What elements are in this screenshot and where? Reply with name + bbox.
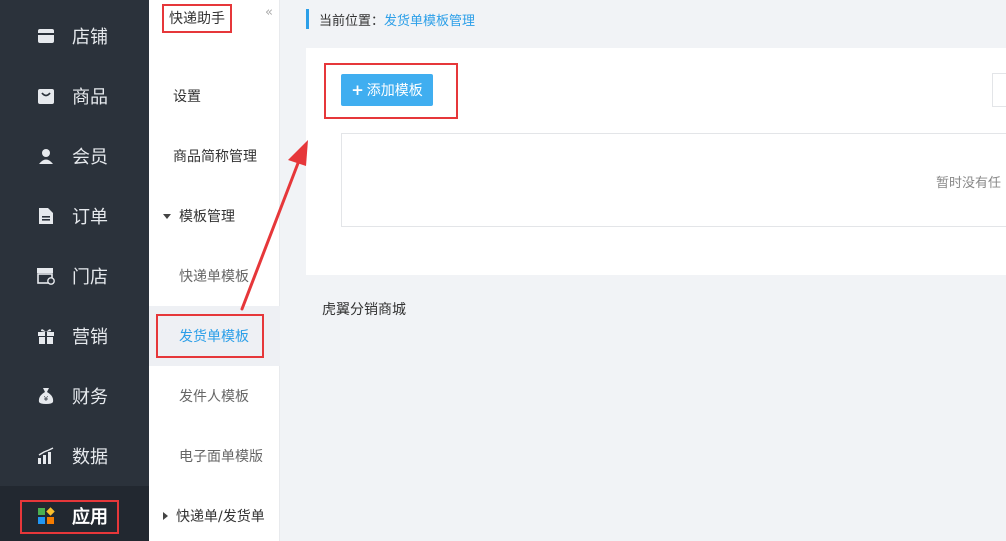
user-icon <box>36 146 56 166</box>
sub-group-express-invoice[interactable]: 快递单/发货单 <box>149 486 280 541</box>
secondary-sidebar: 快递助手 « 设置 商品简称管理 模板管理 快递单模板 发货单模板 发件人模板 … <box>149 0 280 541</box>
nav-item-goods[interactable]: 商品 <box>0 66 149 126</box>
annotation-box-add-button <box>324 63 458 119</box>
search-box[interactable] <box>992 73 1006 107</box>
nav-item-label: 订单 <box>72 207 108 228</box>
nav-item-label: 店铺 <box>72 27 108 48</box>
main-sidebar: 店铺 商品 会员 订单 门店 营销 ¥ 财务 数据 应用 <box>0 0 149 541</box>
nav-item-label: 营销 <box>72 327 108 348</box>
caret-right-icon <box>163 512 168 520</box>
sub-item-label: 快递单模板 <box>179 269 249 285</box>
sub-item-label: 商品简称管理 <box>173 149 257 165</box>
empty-state-text: 暂时没有任 <box>936 176 1002 191</box>
breadcrumb: 当前位置： 发货单模板管理 <box>306 9 475 29</box>
sub-item-label: 发件人模板 <box>179 389 249 405</box>
sub-item-sender-template[interactable]: 发件人模板 <box>149 366 280 426</box>
nav-item-finance[interactable]: ¥ 财务 <box>0 366 149 426</box>
sub-item-product-alias[interactable]: 商品简称管理 <box>149 126 280 186</box>
nav-item-label: 会员 <box>72 147 108 168</box>
annotation-box-invoice-template <box>156 314 264 358</box>
footer-brand: 虎翼分销商城 <box>322 302 406 318</box>
bag-icon <box>36 86 56 106</box>
nav-item-marketing[interactable]: 营销 <box>0 306 149 366</box>
sub-item-label: 设置 <box>173 89 201 105</box>
nav-item-data[interactable]: 数据 <box>0 426 149 486</box>
bar-chart-icon <box>36 446 56 466</box>
sub-group-template-manage[interactable]: 模板管理 <box>149 186 280 246</box>
nav-item-label: 商品 <box>72 87 108 108</box>
nav-item-label: 门店 <box>72 267 108 288</box>
caret-down-icon <box>163 213 171 219</box>
sub-item-express-template[interactable]: 快递单模板 <box>149 246 280 306</box>
annotation-box-title <box>162 4 232 33</box>
sub-item-label: 电子面单模版 <box>179 449 263 465</box>
svg-text:¥: ¥ <box>44 395 49 403</box>
annotation-box-apps <box>20 500 119 534</box>
money-bag-icon: ¥ <box>36 386 56 406</box>
gift-icon <box>36 326 56 346</box>
sub-item-label: 模板管理 <box>179 209 235 225</box>
collapse-icon[interactable]: « <box>265 5 273 20</box>
document-icon <box>36 206 56 226</box>
nav-item-stores[interactable]: 门店 <box>0 246 149 306</box>
template-list <box>341 133 1006 227</box>
sub-item-e-waybill-template[interactable]: 电子面单模版 <box>149 426 280 486</box>
store-icon <box>36 26 56 46</box>
breadcrumb-current[interactable]: 发货单模板管理 <box>384 10 475 29</box>
nav-item-orders[interactable]: 订单 <box>0 186 149 246</box>
nav-item-label: 财务 <box>72 387 108 408</box>
shop-front-icon <box>36 266 56 286</box>
sub-item-label: 快递单/发货单 <box>176 509 265 525</box>
nav-item-store[interactable]: 店铺 <box>0 6 149 66</box>
sub-item-settings[interactable]: 设置 <box>149 66 280 126</box>
nav-item-members[interactable]: 会员 <box>0 126 149 186</box>
breadcrumb-prefix: 当前位置： <box>319 13 385 29</box>
nav-item-label: 数据 <box>72 447 108 468</box>
